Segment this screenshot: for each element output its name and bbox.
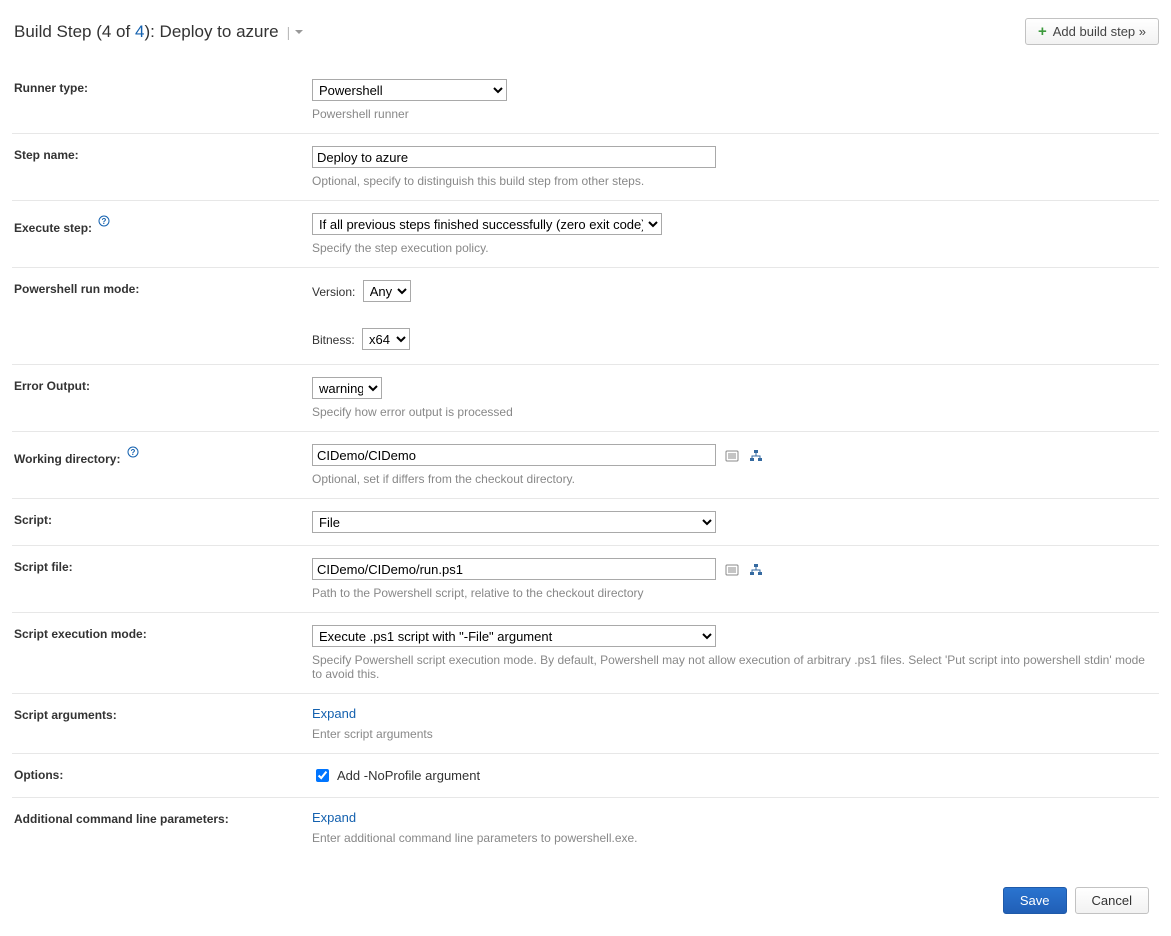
error-output-label: Error Output: xyxy=(12,365,312,432)
version-label: Version: xyxy=(312,285,355,299)
bitness-select[interactable]: x64 xyxy=(362,328,410,350)
script-file-label: Script file: xyxy=(12,546,312,613)
script-args-expand-link[interactable]: Expand xyxy=(312,706,356,721)
script-args-label: Script arguments: xyxy=(12,694,312,754)
options-label: Options: xyxy=(12,754,312,798)
help-icon[interactable]: ? xyxy=(98,215,110,227)
picker-icon[interactable] xyxy=(725,563,739,577)
additional-params-expand-link[interactable]: Expand xyxy=(312,810,356,825)
additional-params-hint: Enter additional command line parameters… xyxy=(312,831,1149,845)
cancel-button[interactable]: Cancel xyxy=(1075,887,1149,914)
script-label: Script: xyxy=(12,499,312,546)
picker-icon[interactable] xyxy=(725,449,739,463)
runner-type-select[interactable]: Powershell xyxy=(312,79,507,101)
script-file-input[interactable] xyxy=(312,558,716,580)
working-dir-hint: Optional, set if differs from the checko… xyxy=(312,472,1149,486)
svg-text:?: ? xyxy=(102,217,107,226)
reorder-steps-icon[interactable]: | xyxy=(287,24,305,40)
additional-params-label: Additional command line parameters: xyxy=(12,798,312,858)
step-name-label: Step name: xyxy=(12,134,312,201)
add-build-step-button[interactable]: + Add build step » xyxy=(1025,18,1159,45)
version-select[interactable]: Any xyxy=(363,280,411,302)
error-output-hint: Specify how error output is processed xyxy=(312,405,1149,419)
execute-step-hint: Specify the step execution policy. xyxy=(312,241,1149,255)
help-icon[interactable]: ? xyxy=(127,446,139,458)
script-select[interactable]: File xyxy=(312,511,716,533)
tree-icon[interactable] xyxy=(749,449,763,463)
script-file-hint: Path to the Powershell script, relative … xyxy=(312,586,1149,600)
runner-type-hint: Powershell runner xyxy=(312,107,1149,121)
script-exec-mode-select[interactable]: Execute .ps1 script with "-File" argumen… xyxy=(312,625,716,647)
script-exec-mode-label: Script execution mode: xyxy=(12,613,312,694)
script-args-hint: Enter script arguments xyxy=(312,727,1149,741)
noprofile-checkbox[interactable] xyxy=(316,769,329,782)
error-output-select[interactable]: warning xyxy=(312,377,382,399)
script-exec-mode-hint: Specify Powershell script execution mode… xyxy=(312,653,1149,681)
page-title: Build Step (4 of 4): Deploy to azure xyxy=(12,22,279,42)
working-dir-label: Working directory: ? xyxy=(12,432,312,499)
execute-step-label: Execute step: ? xyxy=(12,201,312,268)
tree-icon[interactable] xyxy=(749,563,763,577)
svg-text:?: ? xyxy=(130,448,135,457)
step-name-hint: Optional, specify to distinguish this bu… xyxy=(312,174,1149,188)
bitness-label: Bitness: xyxy=(312,333,355,347)
working-dir-input[interactable] xyxy=(312,444,716,466)
save-button[interactable]: Save xyxy=(1003,887,1067,914)
step-name-input[interactable] xyxy=(312,146,716,168)
plus-icon: + xyxy=(1038,24,1047,39)
runner-type-label: Runner type: xyxy=(12,67,312,134)
execute-step-select[interactable]: If all previous steps finished successfu… xyxy=(312,213,662,235)
runmode-label: Powershell run mode: xyxy=(12,268,312,315)
noprofile-checkbox-label: Add -NoProfile argument xyxy=(337,768,480,783)
